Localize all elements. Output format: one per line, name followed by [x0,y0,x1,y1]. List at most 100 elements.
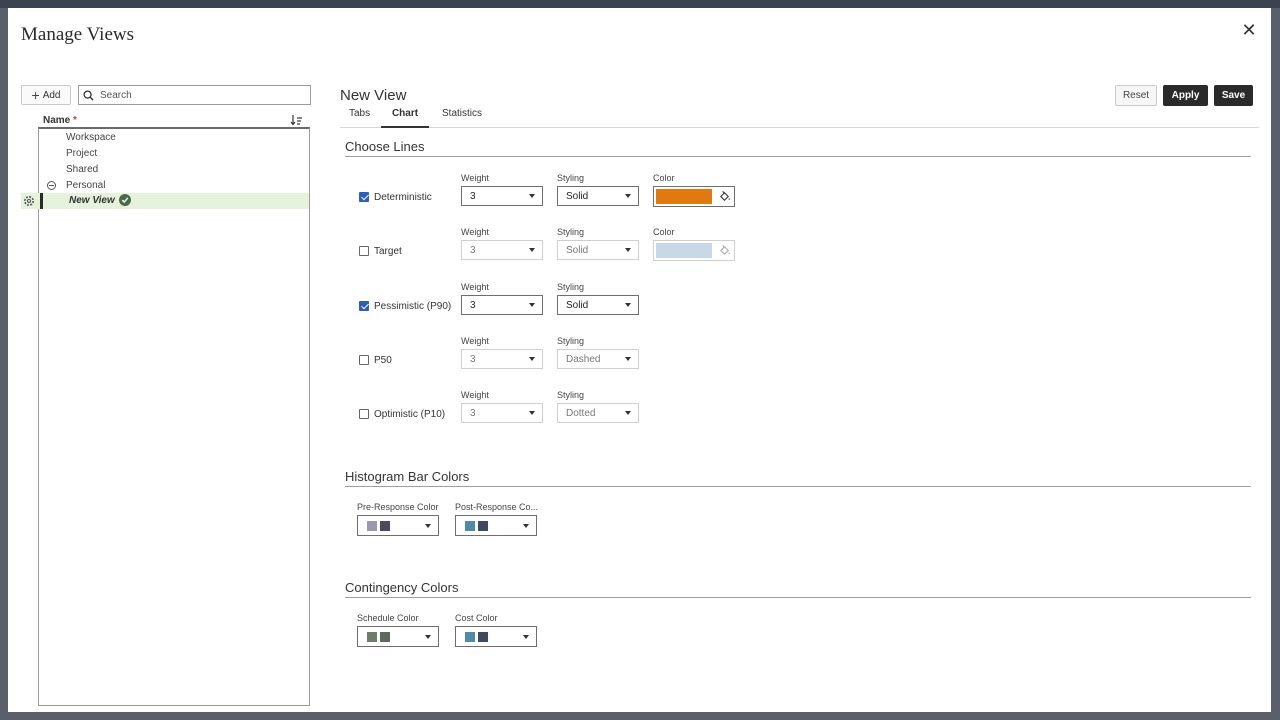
color-swatch [465,521,475,531]
new-view-label: New View [69,195,115,206]
deterministic-color-picker[interactable] [653,186,735,207]
add-button-label: Add [42,89,61,101]
save-button[interactable]: Save [1214,85,1253,106]
color-swatch [478,521,488,531]
dialog-title: Manage Views [21,24,135,45]
apply-button[interactable]: Apply [1163,85,1208,106]
tab-tabs[interactable]: Tabs [349,108,370,126]
styling-label: Styling [557,282,585,292]
tab-bar: Tabs Chart Statistics [340,108,1259,128]
background-window-strip [0,0,1280,8]
pessimistic-label: Pessimistic (P90) [374,301,452,312]
choose-lines-heading: Choose Lines [345,139,1251,157]
tree-item-project[interactable]: Project [66,148,97,159]
name-header-label: Name [43,115,71,126]
required-mark: * [73,115,77,126]
chevron-down-icon [625,411,631,415]
contingency-colors-heading: Contingency Colors [345,580,1251,598]
gear-icon[interactable] [23,195,35,207]
pre-response-color-label: Pre-Response Color [357,502,439,512]
paint-bucket-icon [719,190,730,202]
pre-response-color-select[interactable] [357,515,439,536]
name-column-header[interactable]: Name * [43,115,77,126]
sort-icon[interactable] [290,113,304,127]
color-swatch [367,632,377,642]
close-icon[interactable]: ✕ [1239,20,1259,40]
target-weight-select[interactable]: 3 [461,240,543,260]
styling-label: Styling [557,227,585,237]
weight-label: Weight [461,173,489,183]
search-input[interactable] [100,89,290,101]
weight-label: Weight [461,390,489,400]
deterministic-weight-select[interactable]: 3 [461,186,543,206]
add-button[interactable]: + Add [21,85,71,105]
target-label: Target [374,246,402,257]
optimistic-weight-select[interactable]: 3 [461,403,543,423]
deterministic-checkbox[interactable] [359,192,369,202]
schedule-color-select[interactable] [357,626,439,647]
chevron-down-icon [529,303,535,307]
target-styling-select[interactable]: Solid [557,240,639,260]
histogram-colors-heading: Histogram Bar Colors [345,469,1251,487]
weight-value: 3 [470,407,476,419]
color-label: Color [653,227,675,237]
cost-color-label: Cost Color [455,613,498,623]
pessimistic-weight-select[interactable]: 3 [461,295,543,315]
reset-button[interactable]: Reset [1115,85,1157,106]
deterministic-label: Deterministic [374,192,432,203]
tree-item-workspace[interactable]: Workspace [66,132,116,143]
check-circle-icon [119,194,131,206]
styling-label: Styling [557,390,585,400]
chevron-down-icon [625,194,631,198]
view-title: New View [340,87,407,104]
weight-value: 3 [470,190,476,202]
target-checkbox[interactable] [359,246,369,256]
search-box[interactable] [78,85,311,105]
pessimistic-styling-select[interactable]: Solid [557,295,639,315]
cost-color-select[interactable] [455,626,537,647]
p50-styling-select[interactable]: Dashed [557,349,639,369]
views-tree: Workspace Project Shared Personal [38,127,310,706]
tree-item-new-view[interactable] [21,193,309,209]
chevron-down-icon [529,248,535,252]
styling-label: Styling [557,336,585,346]
weight-value: 3 [470,353,476,365]
chevron-down-icon [529,357,535,361]
tab-chart[interactable]: Chart [381,108,429,128]
styling-value: Dashed [566,353,601,365]
selection-indicator [40,193,43,209]
styling-value: Solid [566,244,589,256]
color-swatch [367,521,377,531]
paint-bucket-icon [719,244,730,256]
pessimistic-checkbox[interactable] [359,301,369,311]
chevron-down-icon [523,524,529,528]
p50-label: P50 [374,355,392,366]
styling-value: Dotted [566,407,596,419]
chevron-down-icon [523,635,529,639]
chevron-down-icon [529,194,535,198]
chevron-down-icon [625,248,631,252]
color-swatch [380,521,390,531]
styling-label: Styling [557,173,585,183]
deterministic-styling-select[interactable]: Solid [557,186,639,206]
color-label: Color [653,173,675,183]
tree-item-shared[interactable]: Shared [66,164,98,175]
optimistic-checkbox[interactable] [359,409,369,419]
tab-statistics[interactable]: Statistics [442,108,482,126]
collapse-icon[interactable] [47,181,56,190]
weight-value: 3 [470,299,476,311]
manage-views-dialog: Manage Views ✕ + Add Name * Workspace Pr… [8,8,1271,712]
post-response-color-label: Post-Response Co... [455,502,539,512]
tree-item-personal[interactable]: Personal [66,180,105,191]
plus-icon: + [31,87,40,103]
post-response-color-select[interactable] [455,515,537,536]
target-color-picker[interactable] [653,240,735,261]
p50-checkbox[interactable] [359,355,369,365]
search-icon [83,89,94,101]
p50-weight-select[interactable]: 3 [461,349,543,369]
color-swatch [656,243,712,258]
optimistic-styling-select[interactable]: Dotted [557,403,639,423]
color-swatch [380,632,390,642]
weight-label: Weight [461,336,489,346]
chevron-down-icon [625,357,631,361]
